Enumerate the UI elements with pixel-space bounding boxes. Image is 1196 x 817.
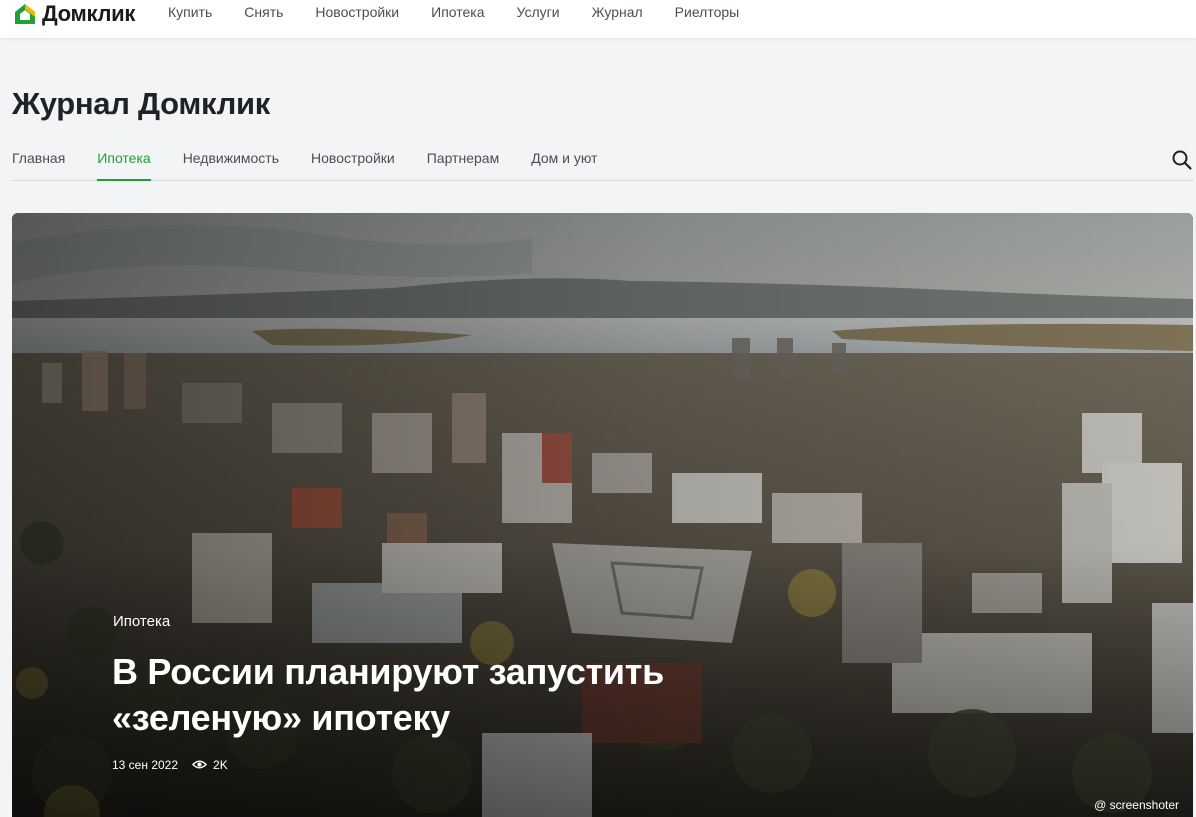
hero-article-card[interactable]: Ипотека В России планируют запустить «зе… bbox=[12, 213, 1193, 817]
nav-buy[interactable]: Купить bbox=[168, 4, 212, 20]
tab-new-buildings[interactable]: Новостройки bbox=[311, 139, 395, 180]
nav-rent[interactable]: Снять bbox=[244, 4, 283, 20]
views-count: 2K bbox=[213, 757, 228, 772]
domclick-logo[interactable]: Домклик bbox=[12, 1, 135, 27]
nav-realtors[interactable]: Риелторы bbox=[675, 4, 740, 20]
tab-home-comfort[interactable]: Дом и уют bbox=[531, 139, 597, 180]
logo-text: Домклик bbox=[42, 1, 136, 26]
top-header: Домклик Купить Снять Новостройки Ипотека… bbox=[0, 0, 1196, 38]
main-nav: Купить Снять Новостройки Ипотека Услуги … bbox=[168, 4, 771, 20]
article-meta: 13 сен 2022 2K bbox=[112, 757, 228, 772]
article-views: 2K bbox=[192, 757, 228, 772]
journal-tabs: Главная Ипотека Недвижимость Новостройки… bbox=[12, 139, 1193, 181]
screenshoter-watermark: @ screenshoter bbox=[1094, 798, 1179, 812]
article-category[interactable]: Ипотека bbox=[113, 613, 170, 630]
tab-partners[interactable]: Партнерам bbox=[427, 139, 499, 180]
search-icon bbox=[1172, 150, 1192, 170]
search-button[interactable] bbox=[1171, 149, 1193, 171]
article-title[interactable]: В России планируют запустить «зеленую» и… bbox=[112, 649, 752, 741]
logo-icon bbox=[15, 4, 35, 24]
nav-mortgage[interactable]: Ипотека bbox=[431, 4, 484, 20]
tab-main[interactable]: Главная bbox=[12, 139, 65, 180]
nav-new-buildings[interactable]: Новостройки bbox=[315, 4, 399, 20]
page-title: Журнал Домклик bbox=[12, 86, 270, 121]
article-date: 13 сен 2022 bbox=[112, 757, 179, 772]
tab-mortgage[interactable]: Ипотека bbox=[97, 139, 152, 181]
eye-icon bbox=[192, 760, 208, 769]
nav-journal[interactable]: Журнал bbox=[592, 4, 643, 20]
nav-services[interactable]: Услуги bbox=[517, 4, 560, 20]
tab-real-estate[interactable]: Недвижимость bbox=[183, 139, 279, 180]
